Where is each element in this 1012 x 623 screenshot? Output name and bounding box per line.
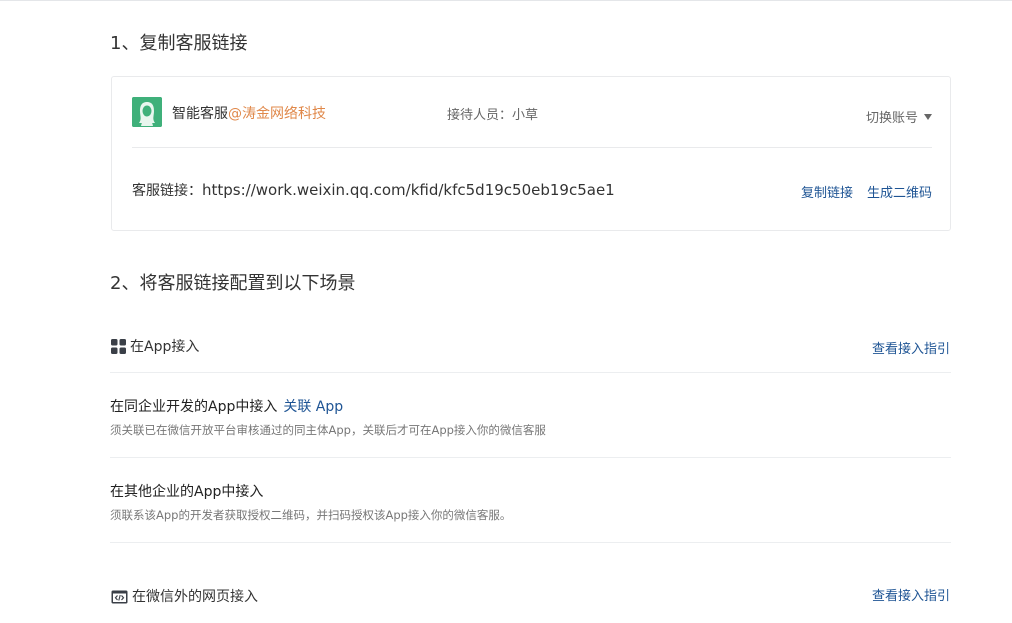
generate-qrcode-button[interactable]: 生成二维码 [867,186,932,201]
app-guide-link[interactable]: 查看接入指引 [872,338,950,357]
divider [110,372,951,373]
agent-corp-name: @涛金网络科技 [228,106,326,122]
code-window-icon [111,590,128,608]
agent-avatar [132,97,162,127]
kf-link-row: 客服链接：https://work.weixin.qq.com/kfid/kfc… [132,180,615,200]
other-corp-app-title: 在其他企业的App中接入 [110,484,264,500]
divider [110,457,951,458]
section-title-copy-link: 1、复制客服链接 [110,33,248,54]
kf-link-card: 智能客服@涛金网络科技 接待人员：小草 切换账号 客服链接：https://wo… [111,76,951,231]
card-actions: 复制链接 生成二维码 [787,182,932,201]
avatar-person-icon [132,97,162,127]
switch-account-label: 切换账号 [865,111,918,126]
web-scene-header: 在微信外的网页接入 [111,586,258,608]
kf-link-label: 客服链接： [132,183,202,199]
same-corp-app-desc: 须关联已在微信开放平台审核通过的同主体App，关联后才可在App接入你的微信客服 [110,423,546,437]
web-guide-link[interactable]: 查看接入指引 [872,585,950,604]
link-app-button[interactable]: 关联 App [283,399,343,415]
agent-name-text: 智能客服 [172,106,228,122]
web-scene-title: 在微信外的网页接入 [132,589,258,605]
copy-link-button[interactable]: 复制链接 [801,186,853,201]
kf-link-url: https://work.weixin.qq.com/kfid/kfc5d19c… [202,181,615,199]
app-scene-title: 在App接入 [130,339,200,355]
section-title-scenes: 2、将客服链接配置到以下场景 [110,273,356,294]
switch-account-button[interactable]: 切换账号 [866,107,932,126]
receptionist-label: 接待人员：小草 [447,108,539,123]
grid-icon [111,339,126,358]
app-scene-header: 在App接入 [111,336,199,358]
same-corp-app-item-title: 在同企业开发的App中接入 关联 App [110,396,343,416]
card-divider [132,147,932,148]
other-corp-app-desc: 须联系该App的开发者获取授权二维码，并扫码授权该App接入你的微信客服。 [110,508,512,522]
top-border [0,0,1012,1]
same-corp-app-title: 在同企业开发的App中接入 [110,399,278,415]
caret-down-icon [924,114,932,120]
divider [110,542,951,543]
agent-name: 智能客服@涛金网络科技 [172,103,326,123]
